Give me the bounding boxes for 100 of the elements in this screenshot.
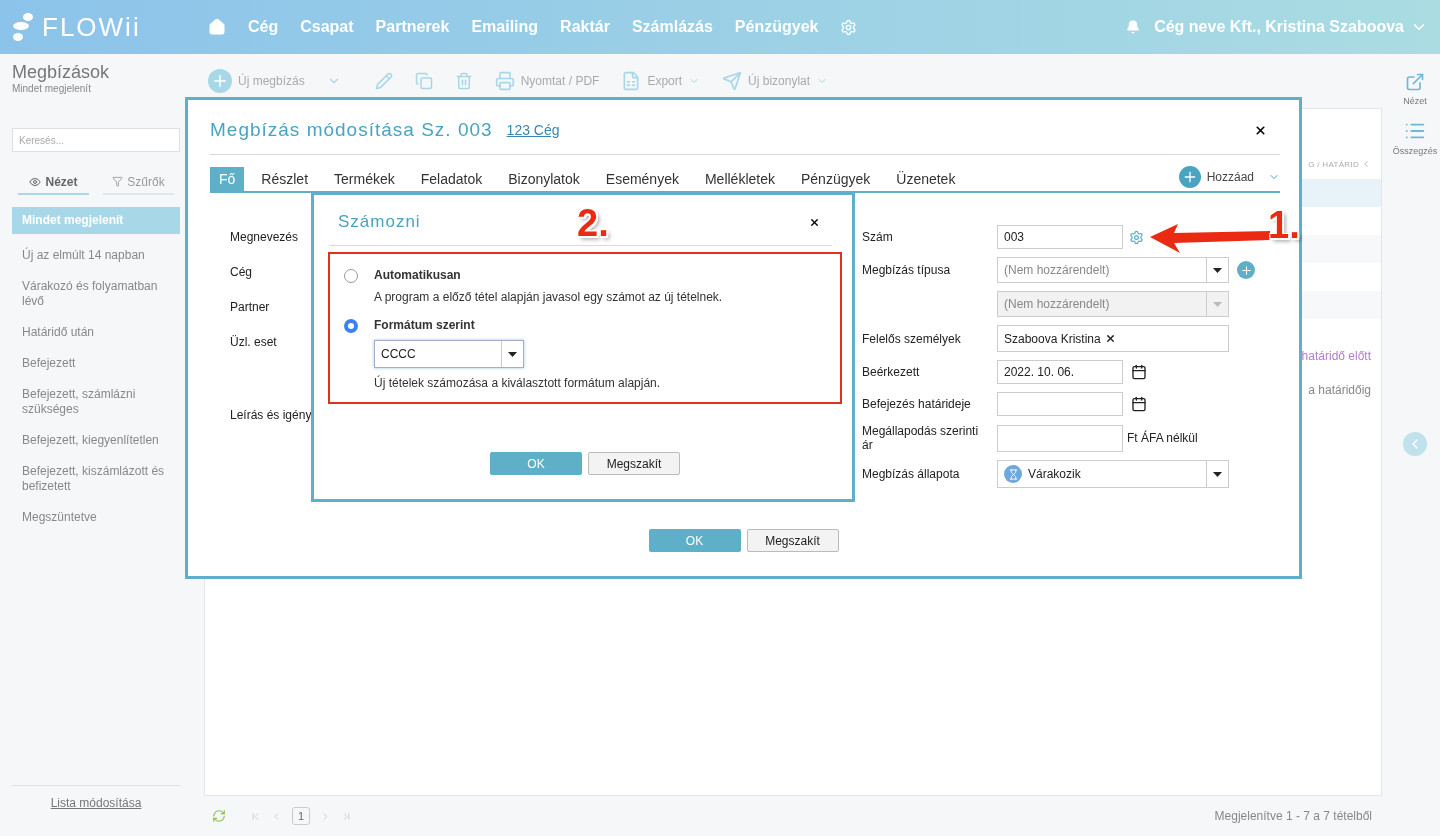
field-label: Megbízás típusa: [862, 263, 952, 277]
sidebar-item[interactable]: Várakozó és folyamatban lévő: [12, 273, 180, 315]
company-link[interactable]: 123 Cég: [506, 122, 560, 138]
first-page-icon[interactable]: [250, 810, 261, 822]
nav-item[interactable]: Partnerek: [375, 18, 450, 36]
search-field[interactable]: Keresés...: [12, 128, 180, 152]
field-label: Megállapodás szerinti ár: [862, 424, 980, 452]
format-select[interactable]: CCCC: [374, 340, 524, 368]
pager-summary: Megjelenítve 1 - 7 a 7 tételből: [1214, 809, 1372, 823]
date-field[interactable]: [997, 392, 1123, 416]
plus-icon: [208, 69, 232, 93]
external-link-icon[interactable]: [1405, 72, 1425, 92]
refresh-icon[interactable]: [212, 809, 226, 823]
field-label: Partner: [230, 300, 270, 314]
settings-icon[interactable]: [840, 18, 858, 36]
dialog-title: Számozni: [338, 212, 421, 232]
page-number[interactable]: 1: [292, 807, 311, 825]
close-icon[interactable]: [809, 216, 820, 228]
field-label: Üzl. eset: [230, 335, 277, 349]
dialog-tab[interactable]: Pénzügyek: [792, 167, 880, 191]
bell-icon[interactable]: [1126, 20, 1141, 34]
field-label: Leírás és igény: [230, 408, 312, 422]
home-icon[interactable]: [208, 18, 226, 36]
annotation-number: 2.: [577, 202, 609, 245]
option-label: Automatikusan: [374, 268, 462, 282]
field-label: Szám: [862, 230, 894, 244]
field-label: Befejezés határideje: [862, 397, 972, 411]
close-icon[interactable]: [1254, 123, 1267, 137]
tags-field[interactable]: Szaboova Kristina: [997, 325, 1229, 352]
dialog-tab[interactable]: Események: [596, 167, 688, 191]
page-title: Megbízások: [12, 62, 111, 83]
dialog-tab[interactable]: Feladatok: [411, 167, 492, 191]
settings-icon[interactable]: [1129, 229, 1144, 245]
sidebar-item[interactable]: Befejezett: [12, 350, 180, 377]
person-tag: Szaboova Kristina: [1004, 331, 1101, 346]
field-label: Cég: [230, 265, 252, 279]
field-label: Megnevezés: [230, 230, 299, 244]
select-field[interactable]: (Nem hozzárendelt): [997, 257, 1229, 283]
dialog-tab[interactable]: Üzenetek: [887, 167, 965, 191]
page-subtitle: Mindet megjelenít: [12, 83, 92, 94]
dialog-tab[interactable]: Bizonylatok: [499, 167, 589, 191]
eye-icon: [29, 175, 42, 188]
caret-icon[interactable]: [508, 351, 517, 357]
select-field: (Nem hozzárendelt): [997, 291, 1229, 317]
add-icon[interactable]: [1237, 261, 1255, 279]
dialog-tab[interactable]: Részlet: [252, 167, 318, 191]
sidebar-item[interactable]: Befejezett, számlázni szükséges: [12, 381, 180, 423]
radio-button[interactable]: [344, 269, 358, 283]
flowii-logo: FLOWii: [12, 11, 208, 43]
export-button[interactable]: Export: [621, 71, 701, 91]
sidebar-item[interactable]: Befejezett, kiszámlázott és befizetett: [12, 458, 180, 500]
option-label: Formátum szerint: [374, 318, 476, 332]
collapse-button[interactable]: [1403, 432, 1427, 456]
trash-icon[interactable]: [454, 72, 473, 90]
rail-label: Nézet: [1403, 96, 1427, 106]
cancel-button[interactable]: Megszakít: [588, 452, 680, 475]
hourglass-icon: [1004, 465, 1022, 483]
dialog-tab[interactable]: Mellékletek: [695, 167, 784, 191]
dialog-tab[interactable]: Fő: [210, 167, 245, 191]
cancel-button[interactable]: Megszakít: [746, 529, 839, 552]
add-button[interactable]: Hozzáad: [1178, 166, 1280, 191]
radio-button[interactable]: [344, 319, 358, 333]
annotation-number: 1.: [1268, 204, 1300, 247]
send-icon: [722, 71, 743, 91]
calendar-icon[interactable]: [1131, 364, 1147, 380]
sidebar-item[interactable]: Új az elmúlt 14 napban: [12, 242, 180, 269]
caret-icon[interactable]: [1213, 267, 1222, 273]
option-description: Új tételek számozása a kiválasztott formátum alapján.: [374, 376, 661, 390]
sidebar-item[interactable]: Befejezett, kiegyenlítetlen: [12, 427, 180, 454]
pencil-icon[interactable]: [374, 72, 393, 90]
date-field[interactable]: 2022. 10. 06.: [997, 360, 1123, 384]
sidebar-item[interactable]: Határidő után: [12, 319, 180, 346]
ok-button[interactable]: OK: [490, 452, 582, 475]
column-header: G / HATÁRID: [1308, 159, 1359, 169]
print-button[interactable]: Nyomtat / PDF: [494, 71, 600, 91]
status-select[interactable]: Várakozik: [997, 460, 1229, 488]
table-cell-text: a határidőig: [1308, 382, 1371, 399]
copy-icon[interactable]: [414, 72, 433, 90]
nav-item[interactable]: Cég: [248, 18, 279, 36]
sidebar-tab[interactable]: Nézet: [18, 170, 89, 195]
sort-icon[interactable]: [1361, 159, 1371, 169]
sidebar-item[interactable]: Megszüntetve: [12, 504, 180, 531]
dialog-title: Megbízás módosítása Sz. 003: [210, 119, 493, 141]
edit-list-link[interactable]: Lista módosítása: [50, 796, 142, 810]
ok-button[interactable]: OK: [648, 529, 741, 552]
calendar-icon[interactable]: [1131, 396, 1147, 412]
sidebar-tab[interactable]: Szűrők: [103, 170, 174, 195]
rail-label: Összegzés: [1392, 146, 1438, 156]
spreadsheet-icon: [621, 71, 642, 91]
caret-icon[interactable]: [1213, 471, 1222, 477]
new-button[interactable]: Új megbízás: [208, 69, 305, 93]
table-cell-text: határidő előtt: [1301, 348, 1371, 365]
field-label: Felelős személyek: [862, 331, 962, 346]
dialog-tab[interactable]: Termékek: [325, 167, 404, 191]
field-label: Beérkezett: [862, 365, 921, 379]
new-document-button[interactable]: Új bizonylat: [722, 71, 829, 91]
remove-icon[interactable]: [1104, 333, 1116, 344]
nav-item[interactable]: Csapat: [300, 18, 354, 36]
price-field[interactable]: [997, 424, 1123, 452]
number-field[interactable]: 003: [997, 225, 1123, 249]
